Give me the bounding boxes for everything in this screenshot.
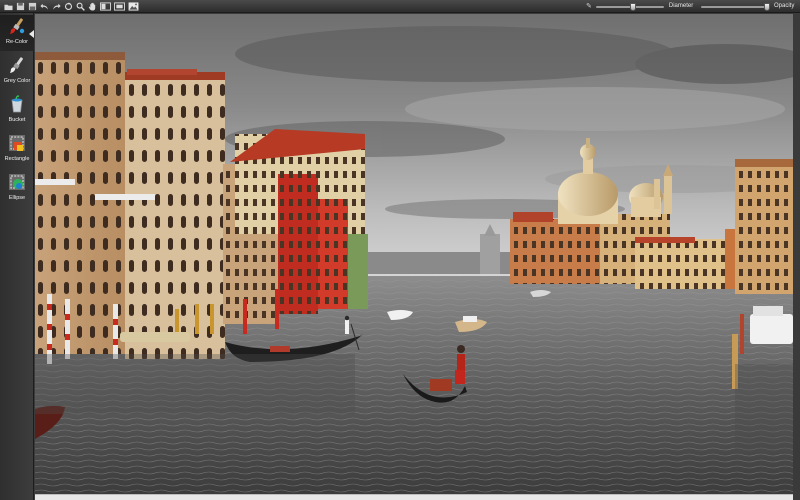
photo-canvas[interactable] — [35, 14, 793, 494]
opacity-slider-thumb[interactable] — [763, 2, 770, 11]
compare-icon[interactable] — [100, 2, 111, 11]
undo-icon[interactable] — [40, 2, 49, 11]
bucket-icon — [8, 95, 26, 113]
reset-icon[interactable] — [64, 2, 73, 11]
toolbar-icon-group — [4, 1, 139, 12]
diameter-slider-group: ✎ Diameter — [586, 1, 693, 12]
tool-greycolor[interactable]: Grey Color — [0, 54, 34, 90]
tool-label: Bucket — [8, 117, 26, 123]
hand-icon[interactable] — [88, 2, 97, 11]
tool-label: Rectangle — [4, 156, 30, 162]
tool-palette: Re-Color Grey Color Bucket Rectangle Ell… — [0, 13, 34, 500]
left-mid-buildings — [223, 129, 368, 324]
zoom-icon[interactable] — [76, 2, 85, 11]
open-icon[interactable] — [4, 2, 13, 11]
tool-label: Ellipse — [8, 195, 26, 201]
grey-brush-icon — [8, 56, 26, 74]
ellipse-icon — [8, 173, 26, 191]
docked-boat — [120, 332, 190, 342]
export-image-icon[interactable] — [128, 2, 139, 11]
rectangle-icon — [8, 134, 26, 152]
tool-ellipse[interactable]: Ellipse — [0, 171, 34, 207]
save-as-icon[interactable] — [28, 2, 37, 11]
opacity-label: Opacity — [774, 3, 795, 9]
distant-skyline — [355, 252, 535, 274]
tool-bucket[interactable]: Bucket — [0, 93, 34, 129]
diameter-label: Diameter — [668, 3, 694, 9]
tool-recolor[interactable]: Re-Color — [0, 15, 34, 51]
redo-icon[interactable] — [52, 2, 61, 11]
top-toolbar: ✎ Diameter Opacity — [0, 0, 800, 13]
tool-label: Re-Color — [5, 39, 28, 45]
opacity-slider-group: Opacity — [701, 1, 794, 12]
diameter-slider-thumb[interactable] — [630, 2, 637, 11]
opacity-slider[interactable] — [701, 2, 770, 11]
active-tool-indicator — [29, 30, 34, 38]
tool-rectangle[interactable]: Rectangle — [0, 132, 34, 168]
venice-grand-canal-photo — [35, 14, 793, 494]
horizontal-scrollbar[interactable] — [35, 494, 793, 500]
fit-icon[interactable] — [114, 2, 125, 11]
recolor-brush-icon — [8, 17, 26, 35]
tool-label: Grey Color — [3, 78, 31, 84]
save-icon[interactable] — [16, 2, 25, 11]
brush-size-icon: ✎ — [586, 3, 592, 10]
vertical-scroll-area[interactable] — [793, 14, 800, 500]
diameter-slider[interactable] — [595, 2, 664, 11]
